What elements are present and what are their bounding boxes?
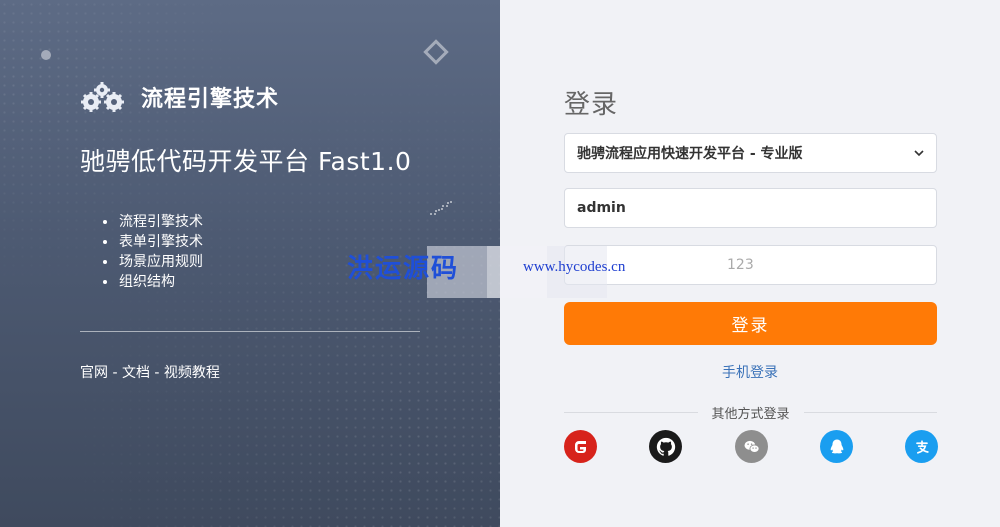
username-input[interactable]: admin — [564, 188, 937, 228]
social-login-row — [564, 430, 938, 464]
login-button[interactable]: 登录 — [564, 302, 937, 345]
link-separator: - — [108, 365, 122, 381]
divider-line — [803, 411, 938, 413]
divider-line — [564, 411, 698, 413]
username-value: admin — [577, 200, 626, 216]
feature-list: 流程引擎技术 表单引擎技术 场景应用规则 组织结构 — [103, 212, 203, 292]
brand-name: 流程引擎技术 — [141, 87, 280, 112]
link-separator: - — [149, 365, 164, 381]
other-login-divider: 其他方式登录 — [564, 402, 938, 422]
login-heading: 登录 — [564, 90, 619, 120]
phone-login-link-text[interactable]: 手机登录 — [722, 365, 778, 381]
official-site-link[interactable]: 官网 — [80, 365, 108, 381]
feature-item: 表单引擎技术 — [103, 232, 203, 252]
feature-item: 组织结构 — [103, 272, 203, 292]
phone-login-link: 手机登录 — [500, 362, 1000, 382]
feature-item: 场景应用规则 — [103, 252, 203, 272]
left-divider — [80, 331, 420, 332]
github-icon[interactable] — [649, 430, 682, 463]
password-value: 123 — [727, 257, 754, 273]
decor-stair-icon — [430, 201, 452, 215]
watermark-url: www.hycodes.cn — [523, 259, 626, 275]
video-tutorial-link[interactable]: 视频教程 — [164, 365, 220, 381]
alipay-icon[interactable] — [905, 430, 938, 463]
gears-logo-icon — [81, 82, 124, 112]
docs-link[interactable]: 文档 — [122, 365, 150, 381]
wechat-icon[interactable] — [735, 430, 768, 463]
chevron-down-icon — [914, 150, 924, 157]
edition-select-value: 驰骋流程应用快速开发平台 - 专业版 — [577, 146, 803, 162]
watermark-text: 洪运源码 — [347, 254, 460, 284]
decor-circle — [41, 50, 51, 60]
footer-links: 官网 - 文档 - 视频教程 — [80, 362, 220, 382]
platform-title: 驰骋低代码开发平台 Fast1.0 — [80, 147, 412, 176]
edition-select[interactable]: 驰骋流程应用快速开发平台 - 专业版 — [564, 133, 937, 173]
gitee-icon[interactable] — [564, 430, 597, 463]
brand: 流程引擎技术 — [80, 80, 279, 114]
feature-item: 流程引擎技术 — [103, 212, 203, 232]
other-login-label: 其他方式登录 — [711, 406, 790, 422]
qq-icon[interactable] — [820, 430, 853, 463]
